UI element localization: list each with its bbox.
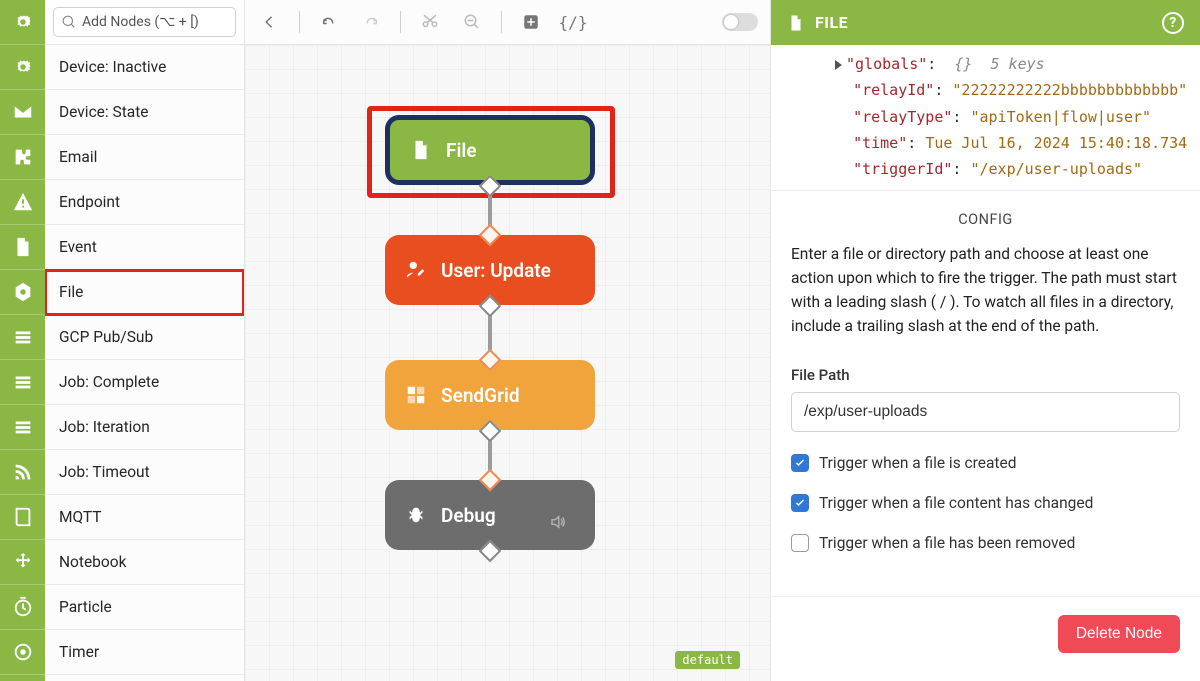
trigger-option[interactable]: Trigger when a file is created <box>791 454 1180 472</box>
palette-item[interactable]: Job: Timeout <box>45 450 244 495</box>
trigger-option[interactable]: Trigger when a file has been removed <box>791 534 1180 552</box>
properties-panel: FILE ? "globals": {} 5 keys "relayId": "… <box>770 0 1200 681</box>
panel-title: FILE <box>815 13 848 32</box>
palette-item[interactable]: Email <box>45 135 244 180</box>
undo-button[interactable] <box>316 9 342 35</box>
puzzle-icon[interactable] <box>0 135 45 180</box>
trigger-option[interactable]: Trigger when a file content has changed <box>791 494 1180 512</box>
stack-icon[interactable] <box>0 315 45 360</box>
live-toggle[interactable] <box>722 13 758 31</box>
node-label: SendGrid <box>441 384 520 407</box>
palette-item[interactable]: Endpoint <box>45 180 244 225</box>
cut-button[interactable] <box>417 9 443 35</box>
mail-icon[interactable] <box>0 90 45 135</box>
palette-item[interactable]: Timer <box>45 630 244 675</box>
search-input[interactable]: Add Nodes (⌥ + [) <box>53 7 236 37</box>
cat-icon[interactable] <box>0 0 45 45</box>
back-button[interactable] <box>257 9 283 35</box>
flow-canvas[interactable]: File User: Update SendGrid Debug <box>245 45 770 681</box>
file-path-input[interactable] <box>791 392 1180 432</box>
palette-item[interactable]: MQTT <box>45 495 244 540</box>
hex-icon[interactable] <box>0 270 45 315</box>
canvas-toolbar: {/} <box>245 0 770 45</box>
warning-icon[interactable] <box>0 180 45 225</box>
config-section-title: CONFIG <box>791 195 1180 242</box>
file-icon <box>787 14 805 32</box>
palette-item[interactable]: Notebook <box>45 540 244 585</box>
node-label: File <box>446 139 477 162</box>
sendgrid-icon <box>405 384 427 406</box>
palette-item[interactable]: Device: Inactive <box>45 45 244 90</box>
palette-item[interactable]: Job: Complete <box>45 360 244 405</box>
palette-item[interactable]: Job: Iteration <box>45 405 244 450</box>
stack-icon[interactable] <box>0 405 45 450</box>
palette-item[interactable]: File <box>45 270 244 315</box>
file-path-label: File Path <box>791 366 1180 384</box>
payload-json[interactable]: "globals": {} 5 keys "relayId": "2222222… <box>771 45 1200 191</box>
checkbox[interactable] <box>791 494 809 512</box>
stack-icon[interactable] <box>0 360 45 405</box>
add-node-button[interactable] <box>518 9 544 35</box>
arrows-icon[interactable] <box>0 540 45 585</box>
palette-item[interactable]: Particle <box>45 585 244 630</box>
redo-button[interactable] <box>358 9 384 35</box>
book-icon[interactable] <box>0 495 45 540</box>
config-description: Enter a file or directory path and choos… <box>791 242 1180 338</box>
signal-icon[interactable] <box>0 450 45 495</box>
timer-icon[interactable] <box>0 585 45 630</box>
checkbox-label: Trigger when a file is created <box>819 454 1016 472</box>
button-icon[interactable] <box>0 630 45 675</box>
search-placeholder: Add Nodes (⌥ + [) <box>82 14 199 30</box>
code-button[interactable]: {/} <box>560 9 586 35</box>
zoom-out-button[interactable] <box>459 9 485 35</box>
checkbox[interactable] <box>791 454 809 472</box>
palette-item[interactable]: Virtual Button <box>45 675 244 681</box>
palette-item[interactable]: Event <box>45 225 244 270</box>
delete-node-button[interactable]: Delete Node <box>1058 615 1180 653</box>
node-label: Debug <box>441 504 496 527</box>
checkbox[interactable] <box>791 534 809 552</box>
speaker-icon <box>529 513 581 536</box>
help-button[interactable]: ? <box>1162 12 1184 34</box>
panel-header: FILE ? <box>771 0 1200 45</box>
user-edit-icon <box>405 259 427 281</box>
search-icon <box>62 15 76 29</box>
palette-item[interactable]: GCP Pub/Sub <box>45 315 244 360</box>
bug-icon <box>405 504 427 526</box>
cat-icon[interactable] <box>0 45 45 90</box>
file-icon[interactable] <box>0 225 45 270</box>
checkbox-label: Trigger when a file has been removed <box>819 534 1075 552</box>
checkbox-label: Trigger when a file content has changed <box>819 494 1093 512</box>
palette-item[interactable]: Device: State <box>45 90 244 135</box>
node-label: User: Update <box>441 259 551 282</box>
file-icon <box>410 139 432 161</box>
node-palette: Add Nodes (⌥ + [) Device: InactiveDevice… <box>45 0 245 681</box>
version-tag[interactable]: default <box>675 651 740 669</box>
category-sidebar <box>0 0 45 681</box>
